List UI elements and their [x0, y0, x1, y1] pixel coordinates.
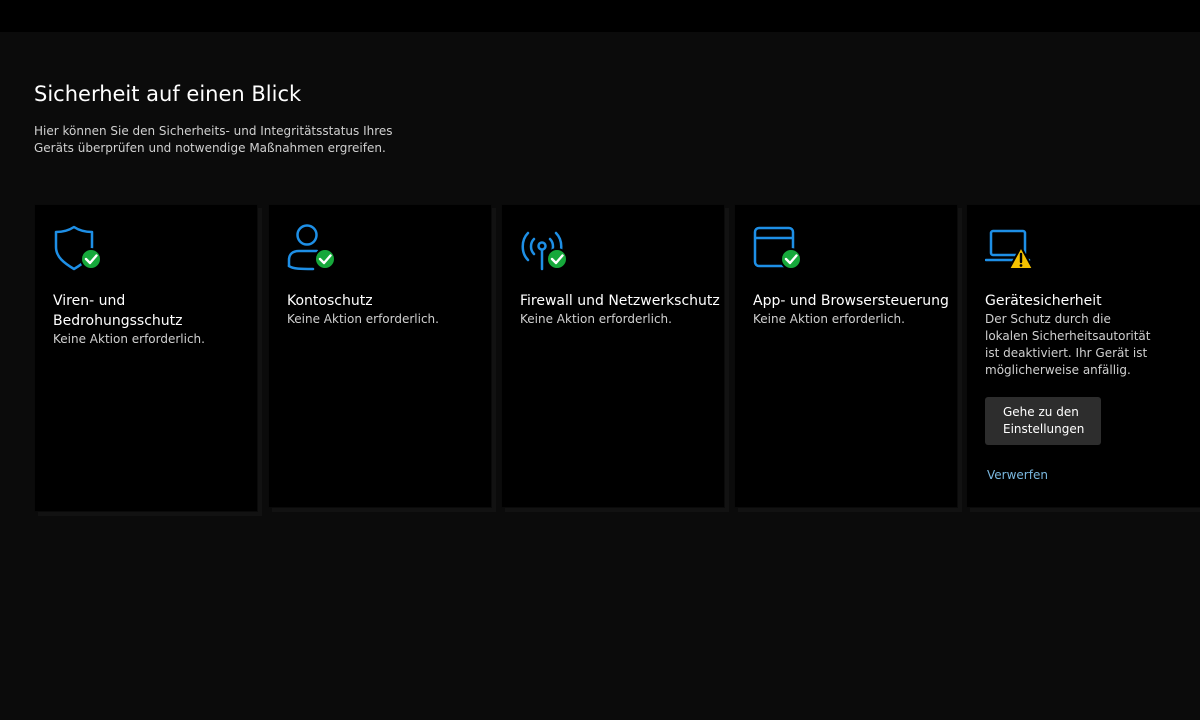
warning-badge-icon	[1008, 246, 1034, 270]
card-title: Viren- und Bedrohungsschutz	[53, 293, 183, 329]
security-overview-page: Sicherheit auf einen Blick Hier können S…	[0, 32, 1200, 720]
check-badge-icon	[780, 248, 802, 270]
check-badge-icon	[314, 248, 336, 270]
card-virus-threat-protection[interactable]: Viren- und Bedrohungsschutz Keine Aktion…	[34, 204, 258, 512]
dismiss-link[interactable]: Verwerfen	[987, 468, 1048, 482]
go-to-settings-button[interactable]: Gehe zu den Einstellungen	[985, 397, 1101, 445]
card-status: Der Schutz durch die lokalen Sicherheits…	[985, 312, 1151, 377]
person-icon	[287, 223, 341, 273]
card-title: Firewall und Netzwerkschutz	[520, 293, 720, 309]
card-title: App- und Browsersteuerung	[753, 293, 949, 309]
card-app-browser-control[interactable]: App- und Browsersteuerung Keine Aktion e…	[734, 204, 958, 508]
browser-window-icon	[753, 223, 807, 273]
card-status: Keine Aktion erforderlich.	[753, 312, 905, 326]
security-cards: Viren- und Bedrohungsschutz Keine Aktion…	[34, 204, 1200, 512]
card-status: Keine Aktion erforderlich.	[520, 312, 672, 326]
wifi-antenna-icon	[520, 223, 574, 273]
title-bar	[0, 0, 1200, 32]
card-status: Keine Aktion erforderlich.	[287, 312, 439, 326]
page-description: Hier können Sie den Sicherheits- und Int…	[34, 124, 393, 155]
card-account-protection[interactable]: Kontoschutz Keine Aktion erforderlich.	[268, 204, 492, 508]
card-title: Gerätesicherheit	[985, 293, 1102, 309]
card-status: Keine Aktion erforderlich.	[53, 332, 205, 346]
card-title: Kontoschutz	[287, 293, 373, 309]
card-firewall-network-protection[interactable]: Firewall und Netzwerkschutz Keine Aktion…	[501, 204, 725, 508]
page-title: Sicherheit auf einen Blick	[34, 82, 302, 106]
shield-icon	[53, 223, 107, 273]
card-device-security[interactable]: Gerätesicherheit Der Schutz durch die lo…	[966, 204, 1200, 508]
check-badge-icon	[546, 248, 568, 270]
check-badge-icon	[80, 248, 102, 270]
laptop-icon	[985, 223, 1039, 273]
